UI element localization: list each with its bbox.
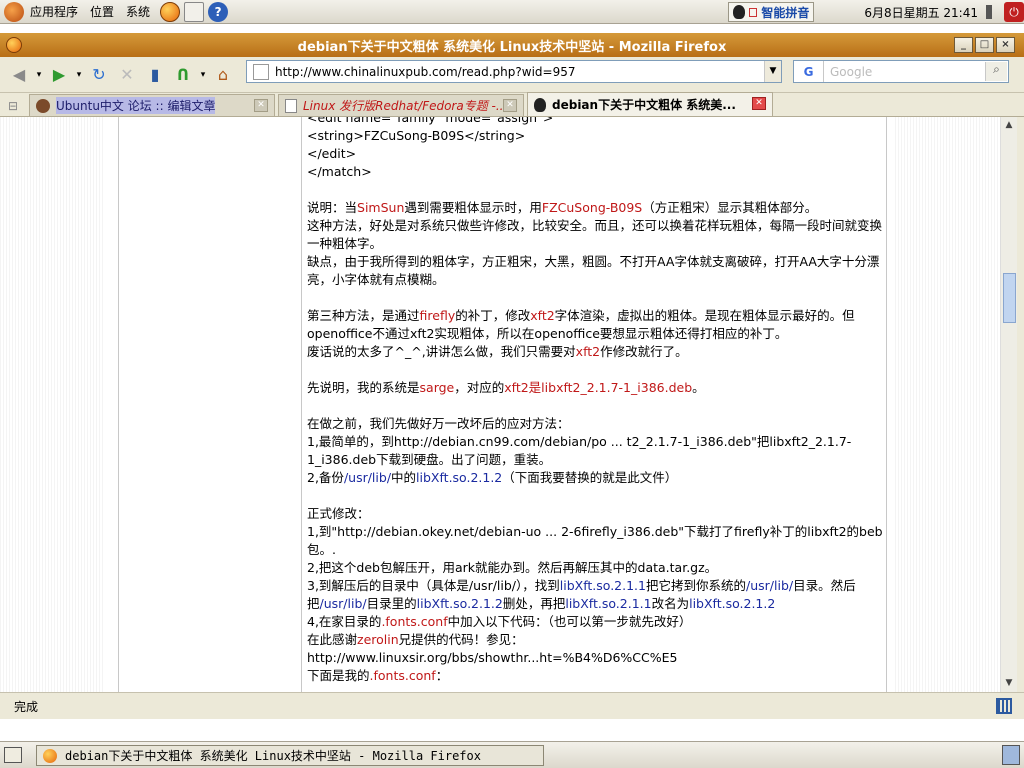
bottom-panel: debian下关于中文粗体 系统美化 Linux技术中坚站 - Mozilla … bbox=[0, 741, 1024, 768]
search-icon[interactable]: ⌕ bbox=[985, 62, 1007, 81]
tab-debian-bold[interactable]: debian下关于中文粗体 系统美... ✕ bbox=[527, 92, 773, 116]
firefox-window: debian下关于中文粗体 系统美化 Linux技术中坚站 - Mozilla … bbox=[0, 33, 1024, 719]
paragraph: 第三种方法，是通过firefly的补丁，修改xft2字体渲染，虚拟出的粗体。是现… bbox=[307, 308, 855, 323]
paragraph: 3,到解压后的目录中（具体是/usr/lib/），找到libXft.so.2.1… bbox=[307, 578, 856, 611]
tab-close-icon[interactable]: ✕ bbox=[503, 99, 517, 112]
code-line: </edit> bbox=[307, 146, 357, 161]
status-text: 完成 bbox=[14, 699, 39, 714]
search-box[interactable]: G Google ⌕ bbox=[793, 60, 1009, 83]
mail-launcher-icon[interactable] bbox=[184, 1, 205, 22]
close-button[interactable]: × bbox=[996, 37, 1015, 53]
tab-favicon-icon bbox=[36, 98, 50, 113]
bookmarks-icon[interactable]: ▮ bbox=[142, 63, 168, 87]
paragraph: 下面是我的.fonts.conf： bbox=[307, 668, 449, 683]
gnome-foot-icon bbox=[4, 1, 24, 22]
taskbar-window-item[interactable]: debian下关于中文粗体 系统美化 Linux技术中坚站 - Mozilla … bbox=[36, 745, 544, 766]
scroll-up-icon[interactable]: ▲ bbox=[1001, 117, 1017, 133]
paragraph: 4,在家目录的.fonts.conf中加入以下代码：（也可以第一步就先改好） bbox=[307, 614, 692, 629]
paragraph: 废话说的太多了^_^,讲讲怎么做，我们只需要对xft2作修改就行了。 bbox=[307, 344, 688, 359]
status-grip-icon bbox=[996, 698, 1012, 714]
scroll-thumb[interactable] bbox=[1003, 273, 1016, 323]
stop-button[interactable]: ✕ bbox=[114, 63, 140, 87]
code-line: <string>FZCuSong-B09S</string> bbox=[307, 128, 526, 143]
places-menu[interactable]: 位置 bbox=[86, 0, 122, 24]
firefox-launcher-icon[interactable] bbox=[160, 1, 181, 22]
window-titlebar[interactable]: debian下关于中文粗体 系统美化 Linux技术中坚站 - Mozilla … bbox=[0, 33, 1024, 57]
scroll-down-icon[interactable]: ▼ bbox=[1001, 675, 1017, 691]
page-icon bbox=[253, 63, 269, 80]
paragraph: 先说明，我的系统是sarge，对应的xft2是libxft2_2.1.7-1_i… bbox=[307, 380, 705, 395]
back-button[interactable]: ◀ bbox=[6, 63, 32, 87]
paragraph: openoffice不通过xft2实现粗体，所以在openoffice要想显示粗… bbox=[307, 326, 788, 341]
feed-dropdown-icon[interactable]: ▾ bbox=[198, 63, 208, 87]
workspace-switcher[interactable] bbox=[1002, 745, 1020, 765]
maximize-button[interactable]: □ bbox=[975, 37, 994, 53]
status-bar: 完成 bbox=[0, 692, 1024, 719]
clock[interactable]: 6月8日星期五 21:41 bbox=[864, 4, 978, 21]
tab-ubuntu-forum[interactable]: Ubuntu中文 论坛 :: 编辑文章 ✕ bbox=[29, 94, 275, 116]
tab-linux-redhat[interactable]: Linux 发行版Redhat/Fedora专题 -... ✕ bbox=[278, 94, 524, 116]
forward-dropdown-icon[interactable]: ▾ bbox=[74, 63, 84, 87]
paragraph: 正式修改： bbox=[307, 506, 370, 521]
lock-icon bbox=[749, 7, 758, 17]
tab-favicon-icon bbox=[285, 98, 297, 113]
search-engine-icon[interactable]: G bbox=[794, 61, 824, 82]
url-text[interactable]: http://www.chinalinuxpub.com/read.php?wi… bbox=[275, 65, 576, 79]
tab-strip: ⊟ Ubuntu中文 论坛 :: 编辑文章 ✕ Linux 发行版Redhat/… bbox=[0, 92, 1024, 117]
new-tab-icon[interactable]: ⊟ bbox=[0, 96, 26, 116]
page-content: <edit name="family" mode="assign"> <stri… bbox=[0, 117, 1000, 692]
feed-icon[interactable]: Ո bbox=[170, 63, 196, 87]
system-tray: 智能拼音 6月8日星期五 21:41 ⏻ bbox=[728, 0, 1024, 24]
paragraph: 1,最简单的，到http://debian.cn99.com/debian/po… bbox=[307, 434, 852, 467]
paragraph: 说明：当SimSun遇到需要粗体显示时，用FZCuSong-B09S（方正粗宋）… bbox=[307, 200, 818, 215]
left-margin bbox=[0, 117, 105, 692]
right-border bbox=[886, 117, 887, 692]
back-dropdown-icon[interactable]: ▾ bbox=[34, 63, 44, 87]
show-desktop-icon[interactable] bbox=[4, 747, 22, 763]
search-input[interactable]: Google bbox=[830, 65, 872, 79]
article-body: <edit name="family" mode="assign"> <stri… bbox=[307, 117, 883, 685]
paragraph: 2,把这个deb包解压开，用ark就能办到。然后再解压其中的data.tar.g… bbox=[307, 560, 718, 575]
paragraph: 1,到"http://debian.okey.net/debian-uo ...… bbox=[307, 524, 883, 557]
power-icon[interactable]: ⏻ bbox=[1004, 2, 1024, 22]
forward-button[interactable]: ▶ bbox=[46, 63, 72, 87]
firefox-icon bbox=[43, 748, 57, 763]
ime-indicator[interactable]: 智能拼音 bbox=[728, 2, 815, 22]
help-launcher-icon[interactable]: ? bbox=[208, 1, 229, 22]
tab-favicon-icon bbox=[534, 97, 546, 112]
paragraph: 2,备份/usr/lib/中的libXft.so.2.1.2（下面我要替换的就是… bbox=[307, 470, 678, 485]
url-bar[interactable]: http://www.chinalinuxpub.com/read.php?wi… bbox=[246, 60, 782, 83]
right-margin bbox=[895, 117, 1000, 692]
tab-close-icon[interactable]: ✕ bbox=[254, 99, 268, 112]
system-menu[interactable]: 系统 bbox=[122, 0, 158, 24]
paragraph: 在此感谢zerolin兄提供的代码！参见： bbox=[307, 632, 524, 647]
applications-menu[interactable]: 应用程序 bbox=[0, 0, 86, 24]
code-line: <edit name="family" mode="assign"> bbox=[307, 117, 554, 125]
top-panel: 应用程序 位置 系统 ? 智能拼音 6月8日星期五 21:41 ⏻ bbox=[0, 0, 1024, 24]
reload-button[interactable]: ↻ bbox=[86, 63, 112, 87]
code-line: </match> bbox=[307, 164, 372, 179]
url-dropdown-icon[interactable]: ▼ bbox=[764, 61, 781, 82]
home-button[interactable]: ⌂ bbox=[210, 63, 236, 87]
paragraph: 在做之前，我们先做好万一改坏后的应对方法： bbox=[307, 416, 570, 431]
paragraph-link[interactable]: http://www.linuxsir.org/bbs/showthr...ht… bbox=[307, 649, 883, 667]
vertical-scrollbar[interactable]: ▲ ▼ bbox=[1000, 117, 1017, 692]
paragraph: 这种方法，好处是对系统只做些许修改，比较安全。而且，还可以换着花样玩粗体，每隔一… bbox=[307, 218, 883, 251]
firefox-icon bbox=[6, 37, 22, 53]
minimize-button[interactable]: _ bbox=[954, 37, 973, 53]
paragraph: 缺点，由于我所得到的粗体字，方正粗宋，大黑，粗圆。不打开AA字体就支离破碎，打开… bbox=[307, 254, 880, 287]
tab-close-icon[interactable]: ✕ bbox=[752, 97, 766, 110]
penguin-icon bbox=[733, 5, 746, 19]
volume-icon[interactable] bbox=[986, 5, 1000, 19]
left-column bbox=[118, 117, 302, 692]
